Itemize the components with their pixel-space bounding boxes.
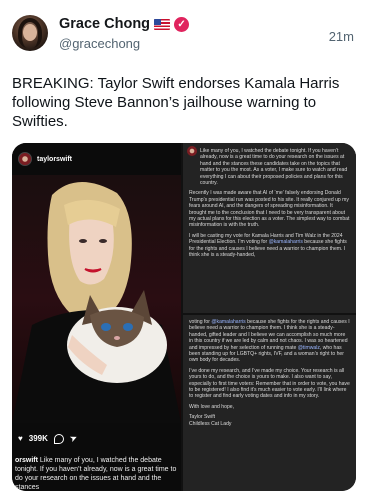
statement-signature: Taylor Swift Childless Cat Lady (189, 414, 350, 427)
caption-username: orswift (15, 457, 38, 464)
instagram-header: taylorswift (12, 143, 181, 175)
story-avatar (187, 146, 197, 156)
comment-icon[interactable] (53, 433, 64, 444)
heart-icon[interactable]: ♥ (18, 434, 23, 443)
statement-page-2: voting for @kamalaharris because she fig… (183, 315, 356, 491)
instagram-post-screenshot: taylorswift ♥ 399K ➤ orswift Like many o… (12, 143, 181, 491)
taylor-swift-cat-photo (12, 175, 181, 423)
statement-paragraph: voting for @kamalaharris because she fig… (189, 319, 350, 364)
author-handle[interactable]: @gracechong (59, 36, 140, 51)
verified-badge-icon: ✓ (174, 16, 190, 32)
statement-paragraph: Like many of you, I watched the debate t… (200, 148, 348, 187)
author-name-row[interactable]: Grace Chong ✓ (59, 16, 190, 32)
instagram-caption: orswift Like many of you, I watched the … (15, 456, 181, 491)
post-media[interactable]: taylorswift ♥ 399K ➤ orswift Like many o… (12, 143, 356, 491)
post-timestamp[interactable]: 21m (329, 29, 354, 44)
instagram-avatar (18, 152, 32, 166)
caption-text: Like many of you, I watched the debate t… (15, 457, 177, 491)
statement-page-1: Like many of you, I watched the debate t… (183, 143, 356, 313)
statement-paragraph: Recently I was made aware that AI of ‘me… (189, 190, 350, 229)
mention-link[interactable]: @timwalz (298, 345, 320, 351)
instagram-username: taylorswift (37, 155, 73, 163)
mention-link[interactable]: @kamalaharris (211, 319, 245, 325)
post-header: Grace Chong ✓ @gracechong 21m (12, 12, 354, 56)
author-avatar[interactable] (12, 15, 48, 51)
author-name[interactable]: Grace Chong (59, 16, 150, 32)
statement-paragraph: With love and hope, (189, 403, 235, 410)
statement-paragraph: I will be casting my vote for Kamala Har… (189, 232, 347, 259)
statement-paragraph: I’ve done my research, and I’ve made my … (189, 367, 350, 400)
mention-link[interactable]: @kamalaharris (269, 239, 303, 245)
signature-title: Childless Cat Lady (189, 420, 232, 427)
send-icon[interactable]: ➤ (68, 432, 79, 445)
us-flag-icon (154, 18, 171, 30)
post-text: BREAKING: Taylor Swift endorses Kamala H… (12, 75, 340, 130)
signature-name: Taylor Swift (189, 414, 216, 421)
instagram-actions: ♥ 399K ➤ (18, 432, 79, 445)
like-count: 399K (28, 434, 48, 443)
